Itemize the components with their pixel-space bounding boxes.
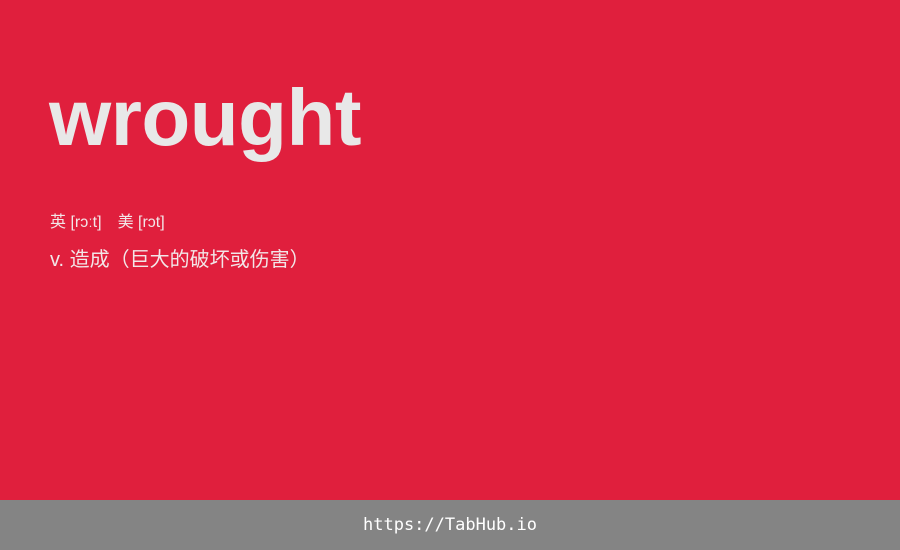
footer-bar: https://TabHub.io [0,500,900,550]
pronunciation-line: 英 [rɔːt] 美 [rɔt] [50,212,165,234]
uk-pronunciation: 英 [rɔːt] [50,214,102,231]
definition-text: v. 造成（巨大的破坏或伤害） [50,249,310,271]
word-card: wrought 英 [rɔːt] 美 [rɔt] v. 造成（巨大的破坏或伤害） [0,0,900,500]
headword: wrought [49,73,361,162]
tabhub-link[interactable]: https://TabHub.io [363,515,537,535]
us-pronunciation: 美 [rɔt] [117,214,165,231]
